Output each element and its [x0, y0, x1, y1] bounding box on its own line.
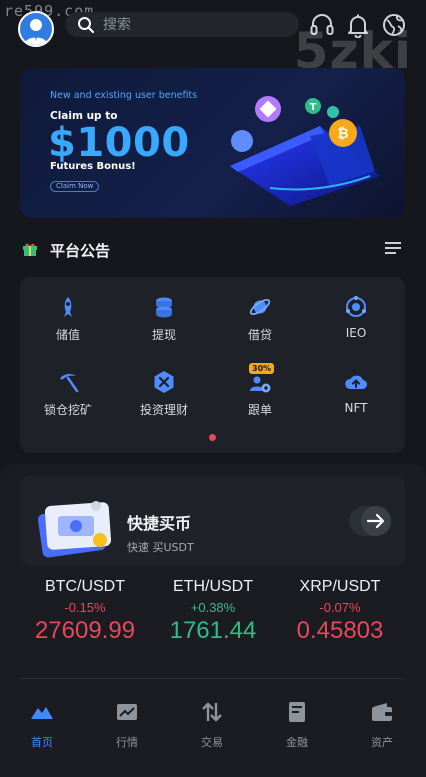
cloud-upload-icon [345, 375, 368, 390]
market-panel: 快捷买币 快速 买USDT BTC/USDT -0.15% 27609.99 E… [0, 464, 426, 777]
tab-trade[interactable]: 交易 [182, 700, 242, 750]
quick-buy-card[interactable]: 快捷买币 快速 买USDT [20, 476, 405, 566]
card-illustration [38, 501, 112, 558]
grid-item-copy-trade[interactable]: 30% 跟单 [212, 363, 308, 430]
banner-subtitle: New and existing user benefits [50, 90, 198, 101]
grid-item-label: 投资理财 [139, 403, 188, 417]
grid-item-loan[interactable]: 借贷 [212, 295, 308, 355]
promo-banner[interactable]: New and existing user benefits Claim up … [20, 68, 405, 218]
wallet-card-icon [289, 702, 305, 722]
quick-buy-subtitle: 快速 买USDT [127, 541, 194, 554]
search-bar[interactable] [65, 12, 299, 37]
ticker-xrp[interactable]: XRP/USDT -0.07% 0.45803 [275, 578, 405, 645]
ticker-btc[interactable]: BTC/USDT -0.15% 27609.99 [20, 578, 150, 645]
tab-assets[interactable]: 资产 [352, 700, 412, 750]
pickaxe-icon [60, 373, 79, 393]
tab-market[interactable]: 行情 [97, 700, 157, 750]
svg-text:T: T [310, 102, 317, 113]
grid-item-withdraw[interactable]: 提现 [116, 295, 212, 355]
tab-label: 首页 [31, 736, 53, 749]
announcement-bar[interactable]: 平台公告 [20, 236, 405, 264]
grid-item-ieo[interactable]: IEO [308, 295, 404, 355]
tab-label: 行情 [116, 736, 138, 749]
banner-bonus: Futures Bonus! [50, 161, 136, 172]
banner-amount: $1000 [48, 120, 190, 166]
planet-icon [249, 298, 271, 316]
ticker-pair: XRP/USDT [299, 578, 381, 595]
bottom-tab-bar: 首页 行情 交易 金融 资产 [0, 690, 426, 750]
grid-item-label: 借贷 [247, 328, 272, 342]
home-mountain-icon [31, 707, 53, 719]
feature-grid: 储值 提现 借贷 IEO 锁仓挖矿 投资理财 30% 跟单 NFT [20, 277, 405, 453]
copy-trade-badge: 30% [249, 363, 275, 374]
ticker-pair: BTC/USDT [45, 578, 125, 595]
search-input[interactable] [103, 16, 283, 33]
rocket-icon [64, 297, 72, 317]
ticker-price: 0.45803 [296, 617, 384, 644]
grid-item-label: 跟单 [247, 403, 272, 417]
grid-item-label: IEO [345, 326, 367, 340]
ticker-change: -0.07% [319, 600, 361, 615]
tab-home[interactable]: 首页 [12, 700, 72, 750]
swap-arrows-icon [202, 702, 222, 722]
ticker-change: +0.38% [190, 600, 236, 615]
svg-text:₿: ₿ [337, 126, 348, 142]
tab-label: 金融 [286, 736, 308, 749]
grid-item-label: NFT [344, 401, 368, 415]
quick-buy-arrow-button[interactable] [349, 506, 391, 536]
announcement-title: 平台公告 [50, 242, 111, 260]
target-icon [346, 296, 366, 317]
menu-icon[interactable] [385, 241, 401, 255]
tab-finance[interactable]: 金融 [267, 700, 327, 750]
wallet-coins-illustration: T ₿ [230, 96, 380, 206]
user-icon [24, 19, 48, 45]
avatar[interactable] [18, 11, 54, 47]
tab-label: 交易 [201, 736, 223, 749]
grid-item-label: 储值 [55, 328, 80, 342]
grid-item-deposit[interactable]: 储值 [20, 295, 116, 355]
ticker-price: 27609.99 [34, 617, 136, 644]
grid-item-label: 锁仓挖矿 [43, 403, 92, 417]
chart-icon [117, 704, 137, 720]
hexagon-x-icon [154, 371, 174, 393]
ticker-pair: ETH/USDT [173, 578, 253, 595]
divider [20, 678, 405, 679]
ticker-change: -0.15% [64, 600, 106, 615]
grid-item-nft[interactable]: NFT [308, 370, 404, 430]
pager-dot [209, 434, 216, 441]
search-icon [78, 16, 95, 33]
grid-item-label: 提现 [151, 328, 176, 342]
grid-item-staking[interactable]: 锁仓挖矿 [20, 370, 116, 430]
claim-now-button[interactable]: Claim Now [50, 181, 100, 192]
tab-label: 资产 [371, 736, 393, 749]
wallet-icon [372, 703, 392, 721]
ticker-price: 1761.44 [169, 617, 257, 644]
quick-buy-title: 快捷买币 [127, 514, 192, 533]
grid-item-invest[interactable]: 投资理财 [116, 370, 212, 430]
ticker-eth[interactable]: ETH/USDT +0.38% 1761.44 [148, 578, 278, 645]
arrow-right-icon [361, 506, 391, 536]
gift-icon [23, 243, 37, 256]
coins-stack-icon [156, 297, 172, 318]
